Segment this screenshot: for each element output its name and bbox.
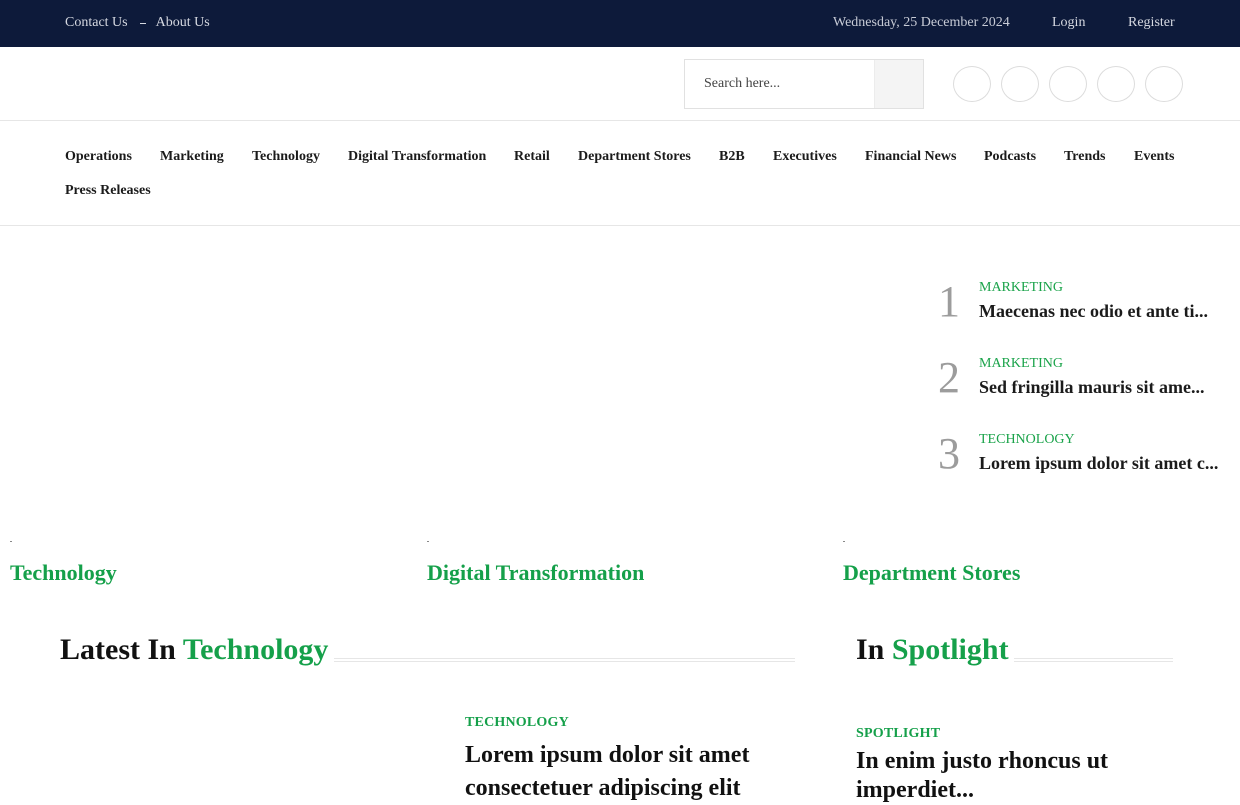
- section-divider: [1014, 658, 1173, 662]
- search-box: [684, 59, 924, 109]
- trending-rank: 1: [938, 277, 960, 326]
- nav-item-executives[interactable]: Executives: [773, 149, 837, 165]
- facebook-icon[interactable]: [953, 66, 991, 102]
- social-links: [953, 66, 1183, 102]
- spotlight-title-prefix: In: [856, 633, 885, 666]
- post-title[interactable]: In enim justo rhoncus ut imperdiet...: [856, 747, 1156, 805]
- spotlight-title-highlight: Spotlight: [891, 633, 1009, 666]
- trending-item[interactable]: 3 TECHNOLOGY Lorem ipsum dolor sit amet …: [938, 429, 1228, 488]
- about-us-link[interactable]: About Us: [156, 15, 210, 31]
- twitter-icon[interactable]: [1001, 66, 1039, 102]
- nav-item-department-stores[interactable]: Department Stores: [578, 149, 691, 165]
- search-input[interactable]: [685, 60, 874, 108]
- login-link[interactable]: Login: [1052, 15, 1085, 31]
- contact-us-link[interactable]: Contact Us: [65, 15, 128, 31]
- nav-item-trends[interactable]: Trends: [1064, 149, 1106, 165]
- trending-item[interactable]: 1 MARKETING Maecenas nec odio et ante ti…: [938, 277, 1228, 336]
- trending-title[interactable]: Lorem ipsum dolor sit amet c...: [979, 453, 1218, 474]
- trending-title[interactable]: Maecenas nec odio et ante ti...: [979, 301, 1208, 322]
- linkedin-icon[interactable]: [1097, 66, 1135, 102]
- post-category[interactable]: SPOTLIGHT: [856, 726, 940, 742]
- nav-item-podcasts[interactable]: Podcasts: [984, 149, 1036, 165]
- nav-item-b2b[interactable]: B2B: [719, 149, 745, 165]
- nav-item-press-releases[interactable]: Press Releases: [65, 183, 151, 199]
- latest-title-prefix: Latest In: [60, 633, 176, 666]
- nav-item-marketing[interactable]: Marketing: [160, 149, 224, 165]
- section-divider: [334, 658, 795, 662]
- nav-item-technology[interactable]: Technology: [252, 149, 320, 165]
- nav-item-operations[interactable]: Operations: [65, 149, 132, 165]
- instagram-icon[interactable]: [1049, 66, 1087, 102]
- spotlight-section-title: In Spotlight: [856, 633, 1009, 667]
- nav-item-events[interactable]: Events: [1134, 149, 1174, 165]
- trending-category[interactable]: MARKETING: [979, 356, 1063, 372]
- site-header: [0, 47, 1240, 121]
- trending-category[interactable]: MARKETING: [979, 280, 1063, 296]
- nav-item-digital-transformation[interactable]: Digital Transformation: [348, 149, 486, 165]
- post-category[interactable]: TECHNOLOGY: [465, 715, 569, 731]
- trending-title[interactable]: Sed fringilla mauris sit ame...: [979, 377, 1205, 398]
- card-image-placeholder: [843, 541, 845, 542]
- main-nav: Operations Marketing Technology Digital …: [0, 121, 1240, 226]
- search-button[interactable]: [874, 60, 923, 108]
- current-date: Wednesday, 25 December 2024: [833, 15, 1010, 30]
- trending-rank: 2: [938, 353, 960, 402]
- card-image-placeholder: [427, 541, 429, 542]
- youtube-icon[interactable]: [1145, 66, 1183, 102]
- latest-title-highlight: Technology: [182, 633, 329, 666]
- category-card-digital-transformation[interactable]: Digital Transformation: [427, 560, 644, 586]
- post-title[interactable]: Lorem ipsum dolor sit amet consectetuer …: [465, 739, 795, 805]
- link-separator: [139, 22, 146, 24]
- category-card-technology[interactable]: Technology: [10, 560, 117, 586]
- card-image-placeholder: [10, 541, 12, 542]
- nav-item-financial-news[interactable]: Financial News: [865, 149, 956, 165]
- trending-item[interactable]: 2 MARKETING Sed fringilla mauris sit ame…: [938, 353, 1228, 412]
- trending-category[interactable]: TECHNOLOGY: [979, 432, 1075, 448]
- top-bar: Contact Us About Us Wednesday, 25 Decemb…: [0, 0, 1240, 47]
- top-links: Contact Us About Us: [65, 15, 210, 31]
- latest-section-title: Latest In Technology: [60, 633, 328, 667]
- category-card-department-stores[interactable]: Department Stores: [843, 560, 1020, 586]
- trending-rank: 3: [938, 429, 960, 478]
- register-link[interactable]: Register: [1128, 15, 1175, 31]
- nav-item-retail[interactable]: Retail: [514, 149, 550, 165]
